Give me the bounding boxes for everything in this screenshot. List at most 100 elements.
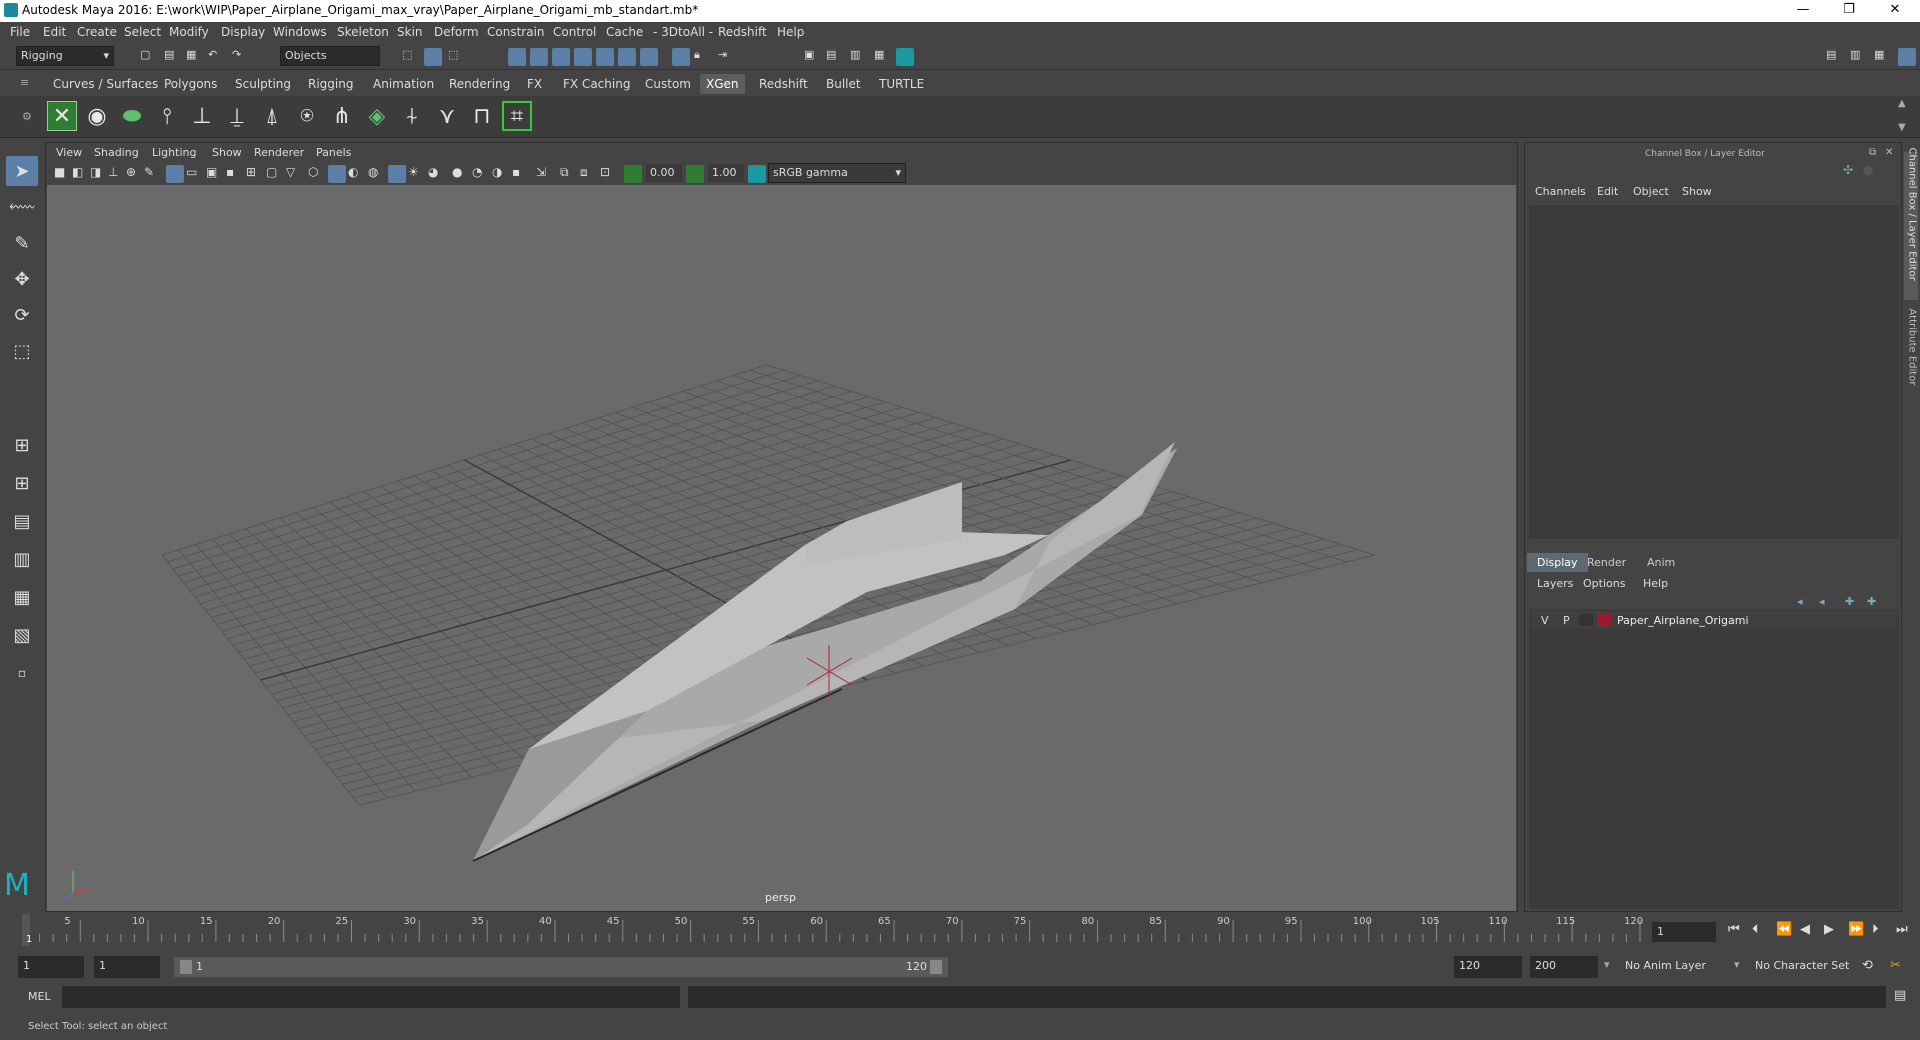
wireframe-on-shaded-icon[interactable]: ◐ bbox=[348, 165, 366, 183]
script-language-label[interactable]: MEL bbox=[28, 990, 51, 1003]
menu-help[interactable]: Help bbox=[777, 25, 804, 39]
use-all-lights-icon[interactable] bbox=[388, 165, 406, 183]
shelf-tab-bullet[interactable]: Bullet bbox=[826, 77, 861, 91]
depth-of-field-icon[interactable]: ▪ bbox=[512, 165, 530, 183]
vp-menu-view[interactable]: View bbox=[56, 146, 82, 159]
float-panel-icon[interactable]: ⧉ bbox=[1869, 147, 1876, 158]
step-forward-key-icon[interactable]: ⏵ bbox=[1872, 922, 1879, 937]
shelf-tab-turtle[interactable]: TURTLE bbox=[879, 77, 924, 91]
scene-end-field[interactable]: 200 bbox=[1530, 956, 1598, 978]
symmetry-icon[interactable] bbox=[672, 48, 690, 66]
step-back-key-icon[interactable]: ⏴ bbox=[1752, 922, 1759, 937]
vp-menu-lighting[interactable]: Lighting bbox=[152, 146, 196, 159]
xray-components-icon[interactable]: ⧈ bbox=[580, 165, 598, 183]
select-by-object-icon[interactable] bbox=[424, 48, 442, 66]
exposure-icon[interactable] bbox=[624, 165, 642, 183]
gamma-field[interactable]: 1.00 bbox=[708, 164, 744, 182]
2d-pan-zoom-icon[interactable]: ⊕ bbox=[126, 165, 144, 183]
shelf-tab-rendering[interactable]: Rendering bbox=[449, 77, 510, 91]
motion-blur-icon[interactable]: ◔ bbox=[472, 165, 490, 183]
camera-attributes-icon[interactable]: ◧ bbox=[72, 165, 90, 183]
layer-visibility-toggle[interactable]: V bbox=[1541, 614, 1549, 627]
close-button[interactable]: ✕ bbox=[1872, 0, 1918, 22]
shelf-tab-curves-surfaces[interactable]: Curves / Surfaces bbox=[53, 77, 158, 91]
resolution-gate-icon[interactable]: ▣ bbox=[206, 165, 224, 183]
character-set-dropdown[interactable]: No Character Set bbox=[1750, 956, 1868, 978]
custom-layout-icon[interactable]: ▫ bbox=[6, 658, 38, 688]
menu-skin[interactable]: Skin bbox=[397, 25, 423, 39]
xgen-visibility-icon[interactable]: ◉ bbox=[82, 101, 112, 131]
shelf-tab-animation[interactable]: Animation bbox=[373, 77, 434, 91]
scale-tool-icon[interactable]: ⬚ bbox=[6, 336, 38, 366]
layer-tab-render[interactable]: Render bbox=[1587, 556, 1626, 569]
xray-icon[interactable]: ◕ bbox=[428, 165, 446, 183]
workspace-toggle-icon[interactable]: ▤ bbox=[1826, 48, 1844, 66]
menu-modify[interactable]: Modify bbox=[169, 25, 209, 39]
cb-menu-edit[interactable]: Edit bbox=[1597, 185, 1618, 198]
undo-icon[interactable]: ↶ bbox=[208, 48, 226, 66]
paper-airplane-model[interactable] bbox=[472, 442, 1177, 862]
open-scene-icon[interactable]: ▤ bbox=[164, 48, 182, 66]
snap-to-view-plane-icon[interactable] bbox=[596, 48, 614, 66]
outliner-layout-icon[interactable]: ▧ bbox=[6, 620, 38, 650]
perspective-outliner-layout-icon[interactable]: ▤ bbox=[6, 506, 38, 536]
wireframe-icon[interactable]: ⬡ bbox=[308, 165, 326, 183]
menu-3dtoall[interactable]: - 3DtoAll - bbox=[653, 25, 713, 39]
shelf-tab-sculpting[interactable]: Sculpting bbox=[235, 77, 291, 91]
xgen-layer-icon[interactable]: ◈ bbox=[362, 101, 392, 131]
range-slider-end-handle[interactable] bbox=[930, 960, 942, 974]
select-by-hierarchy-icon[interactable]: ⬚ bbox=[402, 48, 420, 66]
menu-cache[interactable]: Cache bbox=[606, 25, 643, 39]
time-slider[interactable]: 1 5 10 15 20 25 30 35 40 45 50 55 60 65 70 75 80 85 90 95 1… bbox=[0, 914, 1920, 950]
grid-icon[interactable] bbox=[166, 165, 184, 183]
snap-to-grid-icon[interactable] bbox=[508, 48, 526, 66]
isolate-select-icon[interactable]: ⇲ bbox=[536, 165, 554, 183]
script-editor-icon[interactable]: ▤ bbox=[1894, 988, 1906, 1003]
textured-icon[interactable]: ◍ bbox=[368, 165, 386, 183]
minimize-button[interactable]: — bbox=[1780, 0, 1826, 22]
xgen-groom-icon[interactable]: ⬬ bbox=[117, 101, 147, 131]
safe-action-icon[interactable]: ▢ bbox=[266, 165, 284, 183]
menu-control[interactable]: Control bbox=[553, 25, 596, 39]
grease-pencil-icon[interactable]: ✎ bbox=[144, 165, 162, 183]
current-frame-field[interactable]: 1 bbox=[1652, 922, 1716, 942]
go-to-end-icon[interactable]: ⏭ bbox=[1896, 922, 1908, 937]
le-menu-layers[interactable]: Layers bbox=[1537, 577, 1573, 590]
step-back-frame-icon[interactable]: ⏪ bbox=[1776, 922, 1792, 937]
3d-viewport[interactable]: persp bbox=[47, 185, 1516, 911]
layer-tab-display[interactable]: Display bbox=[1527, 553, 1588, 572]
layer-name[interactable]: Paper_Airplane_Origami bbox=[1617, 614, 1749, 627]
select-by-component-icon[interactable]: ⬚ bbox=[448, 48, 466, 66]
multisample-icon[interactable]: ◑ bbox=[492, 165, 510, 183]
layer-row[interactable]: V P Paper_Airplane_Origami bbox=[1531, 611, 1897, 629]
le-menu-options[interactable]: Options bbox=[1583, 577, 1625, 590]
move-layer-down-icon[interactable]: ◂ bbox=[1819, 595, 1825, 608]
selection-mask-dropdown[interactable]: Objects bbox=[280, 46, 380, 66]
animation-preferences-icon[interactable]: ✂ bbox=[1890, 958, 1901, 973]
layer-color-swatch[interactable] bbox=[1597, 614, 1611, 626]
scene-start-field[interactable]: 1 bbox=[18, 956, 84, 978]
menu-create[interactable]: Create bbox=[77, 25, 117, 39]
outliner-toggle-icon[interactable]: ▥ bbox=[1850, 48, 1868, 66]
shelf-scroll-down-icon[interactable]: ▼ bbox=[1898, 122, 1906, 133]
move-tool-icon[interactable]: ✥ bbox=[6, 264, 38, 294]
shadows-icon[interactable]: ☀︎ bbox=[408, 165, 426, 183]
new-layer-selected-icon[interactable]: ✚ bbox=[1867, 595, 1876, 608]
close-panel-icon[interactable]: ✕ bbox=[1885, 147, 1893, 158]
xgen-flip-icon[interactable]: ⊓ bbox=[467, 101, 497, 131]
xgen-smooth-icon[interactable]: ⍭ bbox=[397, 101, 427, 131]
playback-start-field[interactable]: 1 bbox=[94, 956, 160, 978]
single-perspective-layout-icon[interactable]: ⊞ bbox=[6, 430, 38, 460]
hypershade-icon[interactable] bbox=[896, 48, 914, 66]
command-input[interactable] bbox=[62, 986, 680, 1008]
xgen-spray-icon[interactable]: ⋎ bbox=[432, 101, 462, 131]
layer-tab-anim[interactable]: Anim bbox=[1647, 556, 1675, 569]
perspective-graph-layout-icon[interactable]: ▥ bbox=[6, 544, 38, 574]
vp-menu-show[interactable]: Show bbox=[212, 146, 242, 159]
gate-mask-icon[interactable]: ▪ bbox=[226, 165, 244, 183]
channel-box-toggle-icon[interactable] bbox=[1898, 48, 1916, 66]
anim-layer-dropdown[interactable]: No Anim Layer bbox=[1620, 956, 1738, 978]
smooth-shade-icon[interactable] bbox=[328, 165, 346, 183]
shelf-menu-icon[interactable]: ≡ bbox=[20, 76, 29, 89]
cb-menu-show[interactable]: Show bbox=[1682, 185, 1712, 198]
